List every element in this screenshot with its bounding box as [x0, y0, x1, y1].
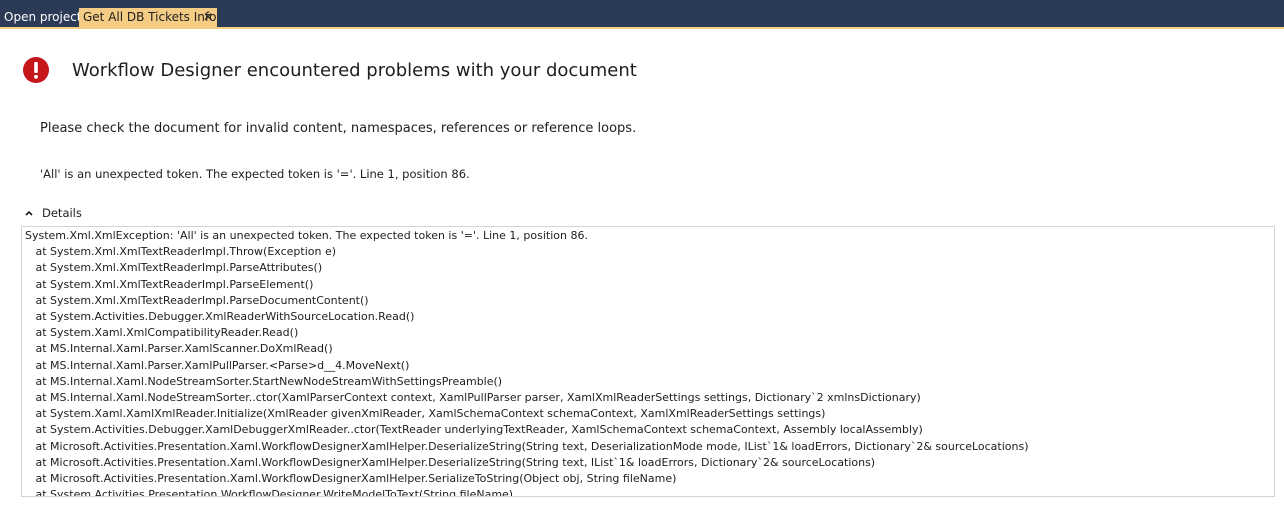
stack-trace-line: at System.Xml.XmlTextReaderImpl.ParseAtt… — [25, 261, 323, 275]
stack-trace-line: at System.Xaml.XmlCompatibilityReader.Re… — [25, 326, 299, 340]
close-icon[interactable]: ✕ — [203, 8, 213, 27]
chevron-up-icon — [25, 210, 33, 216]
stack-trace-line: at MS.Internal.Xaml.NodeStreamSorter.Sta… — [25, 374, 503, 388]
tab-label: Open project — [4, 10, 82, 24]
stack-trace-line: at System.Activities.Debugger.XmlReaderW… — [25, 310, 415, 324]
stack-trace-line: at System.Xml.XmlTextReaderImpl.ParseDoc… — [25, 293, 369, 307]
stack-trace-line: at MS.Internal.Xaml.Parser.XamlScanner.D… — [25, 342, 333, 356]
details-toggle[interactable]: Details — [24, 205, 82, 221]
tab-label: Get All DB Tickets Info — [83, 10, 217, 24]
error-instructions: Please check the document for invalid co… — [40, 121, 637, 136]
stack-trace-line: at Microsoft.Activities.Presentation.Xam… — [25, 455, 876, 469]
stack-trace-line: at MS.Internal.Xaml.Parser.XamlPullParse… — [25, 358, 410, 372]
stack-trace-line: at System.Activities.Presentation.Workfl… — [25, 488, 514, 497]
stack-trace-line: at System.Xaml.XamlXmlReader.Initialize(… — [25, 407, 826, 421]
page-title: Workflow Designer encountered problems w… — [72, 60, 637, 81]
error-icon — [23, 57, 49, 83]
tab-get-all-db-tickets-info[interactable]: Get All DB Tickets Info ✕ — [79, 8, 217, 27]
details-label: Details — [42, 206, 82, 220]
stack-trace-line: System.Xml.XmlException: 'All' is an une… — [25, 229, 588, 242]
stack-trace-line: at System.Xml.XmlTextReaderImpl.ParseEle… — [25, 277, 314, 291]
stack-trace-line: at Microsoft.Activities.Presentation.Xam… — [25, 472, 677, 486]
stack-trace-line: at MS.Internal.Xaml.NodeStreamSorter..ct… — [25, 391, 921, 405]
document-tab-bar: Open project Get All DB Tickets Info ✕ — [0, 0, 1284, 29]
stack-trace-line: at Microsoft.Activities.Presentation.Xam… — [25, 439, 1029, 453]
tab-strip-accent-line — [0, 27, 1284, 29]
stack-trace-line: at System.Activities.Debugger.XamlDebugg… — [25, 423, 923, 437]
tab-open-project[interactable]: Open project — [0, 8, 86, 27]
stack-trace-line: at System.Xml.XmlTextReaderImpl.Throw(Ex… — [25, 245, 337, 259]
exception-details-textbox[interactable]: System.Xml.XmlException: 'All' is an une… — [21, 226, 1275, 497]
error-message: 'All' is an unexpected token. The expect… — [40, 167, 470, 181]
